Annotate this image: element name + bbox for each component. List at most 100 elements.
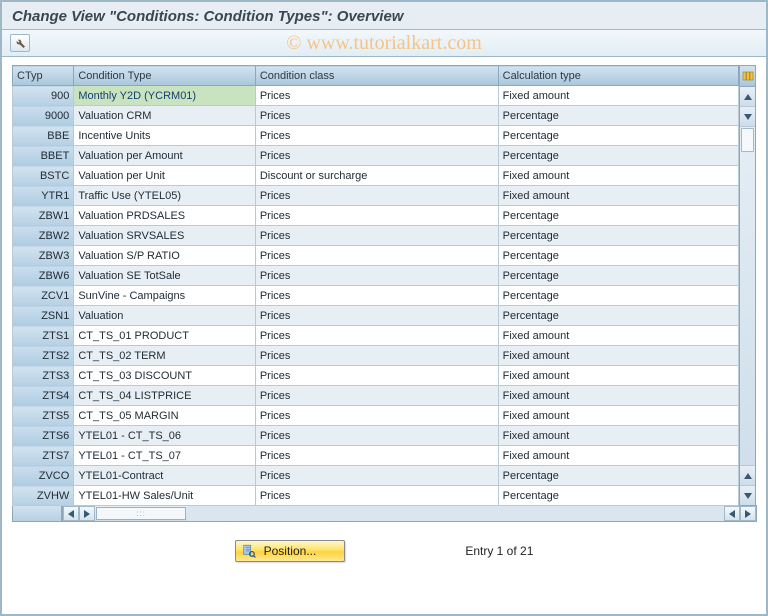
cell-condition-class[interactable]: Prices <box>255 406 498 426</box>
col-header-name[interactable]: Condition Type <box>74 66 256 86</box>
cell-condition-type[interactable]: YTEL01-HW Sales/Unit <box>74 486 256 506</box>
cell-condition-type[interactable]: Valuation SE TotSale <box>74 266 256 286</box>
table-row[interactable]: ZTS4CT_TS_04 LISTPRICEPricesFixed amount <box>13 386 739 406</box>
cell-ctyp[interactable]: 9000 <box>13 106 74 126</box>
position-button[interactable]: Position... <box>235 540 346 562</box>
cell-calculation-type[interactable]: Fixed amount <box>498 366 738 386</box>
cell-condition-type[interactable]: Valuation CRM <box>74 106 256 126</box>
cell-ctyp[interactable]: ZVCO <box>13 466 74 486</box>
table-row[interactable]: ZSN1ValuationPricesPercentage <box>13 306 739 326</box>
cell-calculation-type[interactable]: Percentage <box>498 126 738 146</box>
col-header-calc[interactable]: Calculation type <box>498 66 738 86</box>
cell-ctyp[interactable]: ZCV1 <box>13 286 74 306</box>
hscroll-track[interactable] <box>187 506 724 521</box>
cell-condition-class[interactable]: Prices <box>255 486 498 506</box>
table-row[interactable]: ZBW3Valuation S/P RATIOPricesPercentage <box>13 246 739 266</box>
cell-calculation-type[interactable]: Percentage <box>498 106 738 126</box>
cell-calculation-type[interactable]: Percentage <box>498 286 738 306</box>
scroll-down-small-button[interactable] <box>740 107 755 127</box>
cell-condition-type[interactable]: Traffic Use (YTEL05) <box>74 186 256 206</box>
hscroll-left2-button[interactable] <box>724 506 740 521</box>
table-row[interactable]: ZTS1CT_TS_01 PRODUCTPricesFixed amount <box>13 326 739 346</box>
table-row[interactable]: YTR1Traffic Use (YTEL05)PricesFixed amou… <box>13 186 739 206</box>
cell-condition-type[interactable]: Incentive Units <box>74 126 256 146</box>
cell-ctyp[interactable]: ZBW3 <box>13 246 74 266</box>
col-header-ctyp[interactable]: CTyp <box>13 66 74 86</box>
scroll-up-end-button[interactable] <box>740 465 755 485</box>
cell-condition-type[interactable]: Valuation SRVSALES <box>74 226 256 246</box>
cell-condition-type[interactable]: CT_TS_04 LISTPRICE <box>74 386 256 406</box>
table-row[interactable]: ZTS5CT_TS_05 MARGINPricesFixed amount <box>13 406 739 426</box>
cell-ctyp[interactable]: ZTS1 <box>13 326 74 346</box>
table-row[interactable]: ZTS2CT_TS_02 TERMPricesFixed amount <box>13 346 739 366</box>
cell-condition-class[interactable]: Prices <box>255 206 498 226</box>
cell-calculation-type[interactable]: Fixed amount <box>498 346 738 366</box>
column-config-button[interactable] <box>740 66 755 87</box>
cell-condition-type[interactable]: Valuation per Unit <box>74 166 256 186</box>
cell-ctyp[interactable]: BBET <box>13 146 74 166</box>
cell-ctyp[interactable]: ZSN1 <box>13 306 74 326</box>
cell-condition-class[interactable]: Discount or surcharge <box>255 166 498 186</box>
cell-condition-type[interactable]: CT_TS_03 DISCOUNT <box>74 366 256 386</box>
cell-condition-class[interactable]: Prices <box>255 106 498 126</box>
cell-condition-class[interactable]: Prices <box>255 366 498 386</box>
hscroll-right2-button[interactable] <box>740 506 756 521</box>
cell-condition-class[interactable]: Prices <box>255 226 498 246</box>
cell-condition-type[interactable]: Valuation <box>74 306 256 326</box>
cell-condition-class[interactable]: Prices <box>255 386 498 406</box>
cell-ctyp[interactable]: ZTS2 <box>13 346 74 366</box>
cell-condition-type[interactable]: YTEL01 - CT_TS_07 <box>74 446 256 466</box>
table-row[interactable]: BSTCValuation per UnitDiscount or surcha… <box>13 166 739 186</box>
cell-calculation-type[interactable]: Fixed amount <box>498 386 738 406</box>
table-row[interactable]: ZTS6YTEL01 - CT_TS_06PricesFixed amount <box>13 426 739 446</box>
cell-ctyp[interactable]: ZTS4 <box>13 386 74 406</box>
cell-ctyp[interactable]: BSTC <box>13 166 74 186</box>
cell-calculation-type[interactable]: Percentage <box>498 466 738 486</box>
hscroll-left-button[interactable] <box>63 506 79 521</box>
cell-calculation-type[interactable]: Fixed amount <box>498 86 738 106</box>
cell-condition-type[interactable]: CT_TS_01 PRODUCT <box>74 326 256 346</box>
cell-condition-type[interactable]: CT_TS_05 MARGIN <box>74 406 256 426</box>
hscroll-thumb[interactable]: ::: <box>96 507 186 520</box>
cell-condition-class[interactable]: Prices <box>255 286 498 306</box>
cell-condition-class[interactable]: Prices <box>255 306 498 326</box>
cell-calculation-type[interactable]: Fixed amount <box>498 186 738 206</box>
cell-condition-class[interactable]: Prices <box>255 466 498 486</box>
table-row[interactable]: ZTS7YTEL01 - CT_TS_07PricesFixed amount <box>13 446 739 466</box>
cell-ctyp[interactable]: ZBW2 <box>13 226 74 246</box>
table-row[interactable]: 900Monthly Y2D (YCRM01)PricesFixed amoun… <box>13 86 739 106</box>
cell-condition-class[interactable]: Prices <box>255 126 498 146</box>
scroll-thumb[interactable] <box>741 128 754 152</box>
table-row[interactable]: 9000Valuation CRMPricesPercentage <box>13 106 739 126</box>
cell-condition-type[interactable]: CT_TS_02 TERM <box>74 346 256 366</box>
scroll-track[interactable] <box>740 153 755 465</box>
table-row[interactable]: ZBW1Valuation PRDSALESPricesPercentage <box>13 206 739 226</box>
table-row[interactable]: ZBW6Valuation SE TotSalePricesPercentage <box>13 266 739 286</box>
cell-condition-type[interactable]: Valuation S/P RATIO <box>74 246 256 266</box>
table-row[interactable]: ZCV1SunVine - CampaignsPricesPercentage <box>13 286 739 306</box>
cell-condition-class[interactable]: Prices <box>255 246 498 266</box>
cell-ctyp[interactable]: ZBW1 <box>13 206 74 226</box>
cell-calculation-type[interactable]: Fixed amount <box>498 446 738 466</box>
table-row[interactable]: ZTS3CT_TS_03 DISCOUNTPricesFixed amount <box>13 366 739 386</box>
cell-condition-class[interactable]: Prices <box>255 446 498 466</box>
cell-calculation-type[interactable]: Percentage <box>498 226 738 246</box>
cell-calculation-type[interactable]: Percentage <box>498 486 738 506</box>
cell-calculation-type[interactable]: Fixed amount <box>498 426 738 446</box>
table-row[interactable]: BBEIncentive UnitsPricesPercentage <box>13 126 739 146</box>
scroll-down-end-button[interactable] <box>740 485 755 505</box>
cell-condition-class[interactable]: Prices <box>255 326 498 346</box>
cell-ctyp[interactable]: BBE <box>13 126 74 146</box>
cell-calculation-type[interactable]: Percentage <box>498 306 738 326</box>
cell-calculation-type[interactable]: Percentage <box>498 266 738 286</box>
cell-condition-class[interactable]: Prices <box>255 426 498 446</box>
col-header-class[interactable]: Condition class <box>255 66 498 86</box>
cell-condition-type[interactable]: Valuation PRDSALES <box>74 206 256 226</box>
cell-condition-type[interactable]: Valuation per Amount <box>74 146 256 166</box>
cell-ctyp[interactable]: 900 <box>13 86 74 106</box>
cell-calculation-type[interactable]: Percentage <box>498 206 738 226</box>
vertical-scrollbar[interactable] <box>739 65 756 506</box>
cell-calculation-type[interactable]: Fixed amount <box>498 166 738 186</box>
cell-ctyp[interactable]: ZTS7 <box>13 446 74 466</box>
cell-ctyp[interactable]: ZBW6 <box>13 266 74 286</box>
